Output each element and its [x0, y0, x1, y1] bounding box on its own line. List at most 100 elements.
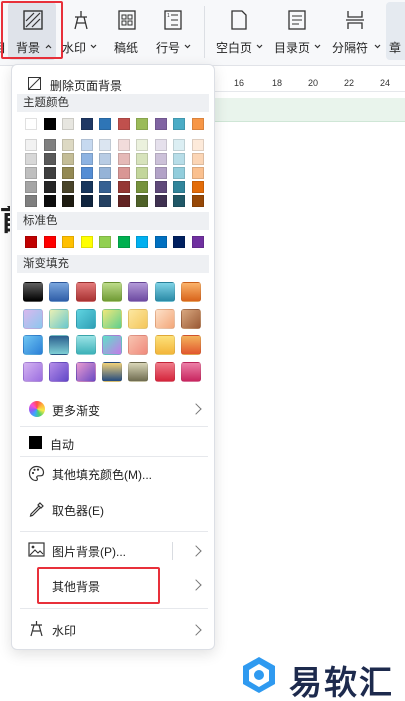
gradient-swatch[interactable] [180, 308, 201, 329]
theme-shade-swatch[interactable] [25, 195, 37, 207]
theme-shade-swatch[interactable] [80, 139, 93, 151]
theme-color-swatch[interactable] [43, 118, 56, 130]
delete-page-background-item[interactable]: 删除页面背景 [18, 75, 208, 93]
theme-color-swatch[interactable] [191, 118, 204, 130]
theme-shade-swatch[interactable] [191, 195, 204, 207]
gradient-swatch[interactable] [23, 308, 43, 329]
gradient-swatch[interactable] [128, 308, 149, 329]
gradient-swatch[interactable] [49, 335, 70, 355]
gradient-swatch[interactable] [101, 308, 122, 329]
theme-shade-swatch[interactable] [62, 153, 74, 165]
theme-color-swatch[interactable] [117, 118, 130, 130]
theme-shade-swatch[interactable] [154, 195, 167, 207]
picture-background-item[interactable]: 图片背景(P)... [18, 539, 208, 563]
gradient-swatch[interactable] [75, 335, 96, 355]
theme-color-swatch[interactable] [154, 118, 167, 130]
theme-shade-swatch[interactable] [80, 153, 93, 165]
gradient-swatch[interactable] [23, 335, 43, 355]
standard-color-swatch[interactable] [154, 236, 167, 248]
standard-color-swatch[interactable] [43, 236, 56, 248]
gradient-swatch[interactable] [23, 282, 43, 302]
theme-color-swatch[interactable] [136, 118, 148, 130]
gradient-swatch[interactable] [101, 335, 122, 355]
standard-color-swatch[interactable] [173, 236, 185, 248]
theme-shade-swatch[interactable] [99, 181, 111, 193]
theme-shade-swatch[interactable] [136, 167, 148, 179]
theme-color-swatch[interactable] [173, 118, 185, 130]
theme-shade-swatch[interactable] [25, 153, 37, 165]
gradient-swatch[interactable] [128, 335, 149, 355]
gradient-swatch[interactable] [49, 308, 70, 329]
eyedropper-item[interactable]: 取色器(E) [18, 498, 208, 522]
standard-color-swatch[interactable] [25, 236, 37, 248]
theme-shade-swatch[interactable] [43, 181, 56, 193]
gradient-swatch[interactable] [23, 361, 43, 382]
theme-shade-swatch[interactable] [117, 195, 130, 207]
theme-color-swatch[interactable] [99, 118, 111, 130]
theme-shade-swatch[interactable] [25, 167, 37, 179]
standard-color-swatch[interactable] [136, 236, 148, 248]
standard-color-swatch[interactable] [117, 236, 130, 248]
gradient-swatch[interactable] [49, 361, 70, 382]
ribbon-separator-button[interactable]: 分隔符 [330, 0, 382, 64]
gradient-swatch[interactable] [101, 361, 122, 382]
gradient-swatch[interactable] [180, 335, 201, 355]
gradient-swatch[interactable] [154, 308, 175, 329]
theme-shade-swatch[interactable] [99, 167, 111, 179]
theme-shade-swatch[interactable] [173, 195, 185, 207]
gradient-swatch[interactable] [128, 282, 149, 302]
gradient-swatch[interactable] [154, 335, 175, 355]
ribbon-toc-page-button[interactable]: 目录页 [272, 0, 322, 64]
theme-shade-swatch[interactable] [154, 181, 167, 193]
theme-shade-swatch[interactable] [191, 167, 204, 179]
theme-shade-swatch[interactable] [154, 167, 167, 179]
theme-shade-swatch[interactable] [62, 181, 74, 193]
theme-shade-swatch[interactable] [136, 181, 148, 193]
ribbon-watermark-button[interactable]: 水印 [62, 0, 102, 64]
theme-shade-swatch[interactable] [62, 139, 74, 151]
theme-shade-swatch[interactable] [117, 181, 130, 193]
theme-shade-swatch[interactable] [191, 153, 204, 165]
other-fill-color-item[interactable]: 其他填充颜色(M)... [18, 462, 208, 486]
auto-color-item[interactable]: 自动 [18, 433, 208, 455]
gradient-swatch[interactable] [101, 282, 122, 302]
theme-shade-swatch[interactable] [117, 139, 130, 151]
theme-shade-swatch[interactable] [99, 139, 111, 151]
theme-shade-swatch[interactable] [62, 167, 74, 179]
theme-shade-swatch[interactable] [191, 139, 204, 151]
theme-shade-swatch[interactable] [173, 181, 185, 193]
gradient-swatch[interactable] [154, 282, 175, 302]
ribbon-line-number-button[interactable]: 1 行号 [154, 0, 196, 64]
theme-shade-swatch[interactable] [99, 195, 111, 207]
gradient-swatch[interactable] [49, 282, 70, 302]
theme-shade-swatch[interactable] [173, 167, 185, 179]
theme-shade-swatch[interactable] [25, 139, 37, 151]
gradient-swatch[interactable] [75, 308, 96, 329]
theme-shade-swatch[interactable] [154, 153, 167, 165]
standard-color-swatch[interactable] [80, 236, 93, 248]
ribbon-manuscript-button[interactable]: 稿纸 [110, 0, 142, 64]
theme-shade-swatch[interactable] [43, 167, 56, 179]
theme-shade-swatch[interactable] [173, 153, 185, 165]
theme-shade-swatch[interactable] [80, 195, 93, 207]
theme-shade-swatch[interactable] [43, 139, 56, 151]
theme-shade-swatch[interactable] [80, 167, 93, 179]
ribbon-blank-page-button[interactable]: 空白页 [214, 0, 264, 64]
standard-color-swatch[interactable] [62, 236, 74, 248]
theme-shade-swatch[interactable] [43, 195, 56, 207]
theme-shade-swatch[interactable] [80, 181, 93, 193]
theme-shade-swatch[interactable] [154, 139, 167, 151]
theme-color-swatch[interactable] [25, 118, 37, 130]
gradient-swatch[interactable] [128, 361, 149, 382]
theme-shade-swatch[interactable] [25, 181, 37, 193]
theme-shade-swatch[interactable] [136, 139, 148, 151]
theme-shade-swatch[interactable] [43, 153, 56, 165]
theme-shade-swatch[interactable] [99, 153, 111, 165]
theme-color-swatch[interactable] [80, 118, 93, 130]
theme-shade-swatch[interactable] [62, 195, 74, 207]
theme-shade-swatch[interactable] [173, 139, 185, 151]
more-gradients-item[interactable]: 更多渐变 [18, 398, 208, 420]
gradient-swatch[interactable] [75, 361, 96, 382]
theme-color-swatch[interactable] [62, 118, 74, 130]
theme-shade-swatch[interactable] [117, 167, 130, 179]
